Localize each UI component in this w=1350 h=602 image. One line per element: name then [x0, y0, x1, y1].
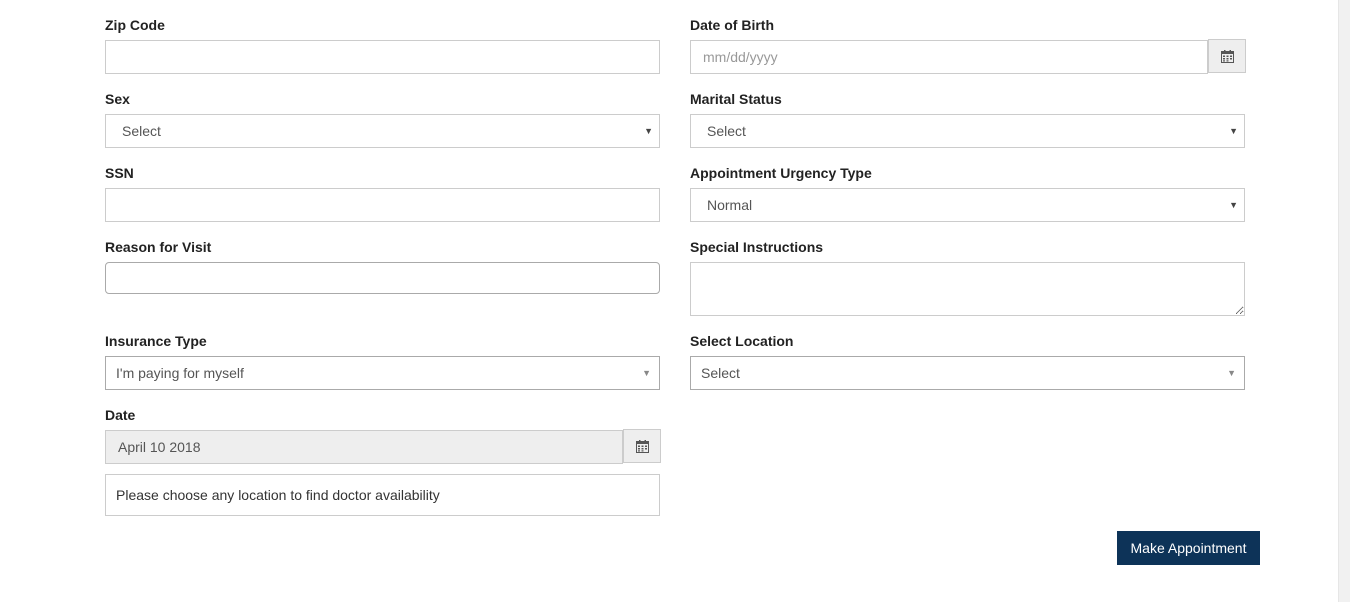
reason-input[interactable] [105, 262, 660, 294]
location-select[interactable]: Select ▼ [690, 356, 1245, 390]
zip-code-input[interactable] [105, 40, 660, 74]
zip-code-label: Zip Code [105, 17, 165, 33]
ssn-label: SSN [105, 165, 134, 181]
page-scrollbar[interactable] [1338, 0, 1350, 602]
marital-status-select[interactable]: Select ▼ [690, 114, 1245, 148]
availability-message-text: Please choose any location to find docto… [116, 487, 440, 503]
sex-label: Sex [105, 91, 130, 107]
calendar-icon [635, 439, 649, 453]
date-of-birth-input[interactable] [690, 40, 1208, 74]
select-location-label: Select Location [690, 333, 794, 349]
insurance-type-select[interactable]: I'm paying for myself ▼ [105, 356, 660, 390]
date-of-birth-label: Date of Birth [690, 17, 774, 33]
sex-select-value: Select [122, 123, 161, 139]
urgency-label: Appointment Urgency Type [690, 165, 872, 181]
insurance-type-select-value: I'm paying for myself [116, 365, 244, 381]
availability-message: Please choose any location to find docto… [105, 474, 660, 516]
location-select-value: Select [701, 365, 740, 381]
special-instructions-label: Special Instructions [690, 239, 824, 255]
chevron-down-icon: ▼ [644, 126, 653, 136]
chevron-down-icon: ▼ [1229, 126, 1238, 136]
urgency-select-value: Normal [707, 197, 753, 213]
date-label: Date [105, 407, 136, 423]
date-calendar-button[interactable] [623, 429, 661, 463]
ssn-input[interactable] [105, 188, 660, 222]
insurance-type-label: Insurance Type [105, 333, 207, 349]
urgency-select[interactable]: Normal ▼ [690, 188, 1245, 222]
date-of-birth-group [690, 39, 1246, 74]
calendar-icon [1220, 49, 1234, 63]
reason-label: Reason for Visit [105, 239, 212, 255]
special-instructions-textarea[interactable] [690, 262, 1245, 316]
date-input[interactable] [105, 430, 623, 464]
make-appointment-button[interactable]: Make Appointment [1117, 531, 1260, 565]
chevron-down-icon: ▼ [642, 368, 651, 378]
chevron-down-icon: ▼ [1229, 200, 1238, 210]
date-of-birth-calendar-button[interactable] [1208, 39, 1246, 73]
sex-select[interactable]: Select ▼ [105, 114, 660, 148]
date-group [105, 429, 661, 464]
marital-status-select-value: Select [707, 123, 746, 139]
chevron-down-icon: ▼ [1227, 368, 1236, 378]
marital-status-label: Marital Status [690, 91, 782, 107]
